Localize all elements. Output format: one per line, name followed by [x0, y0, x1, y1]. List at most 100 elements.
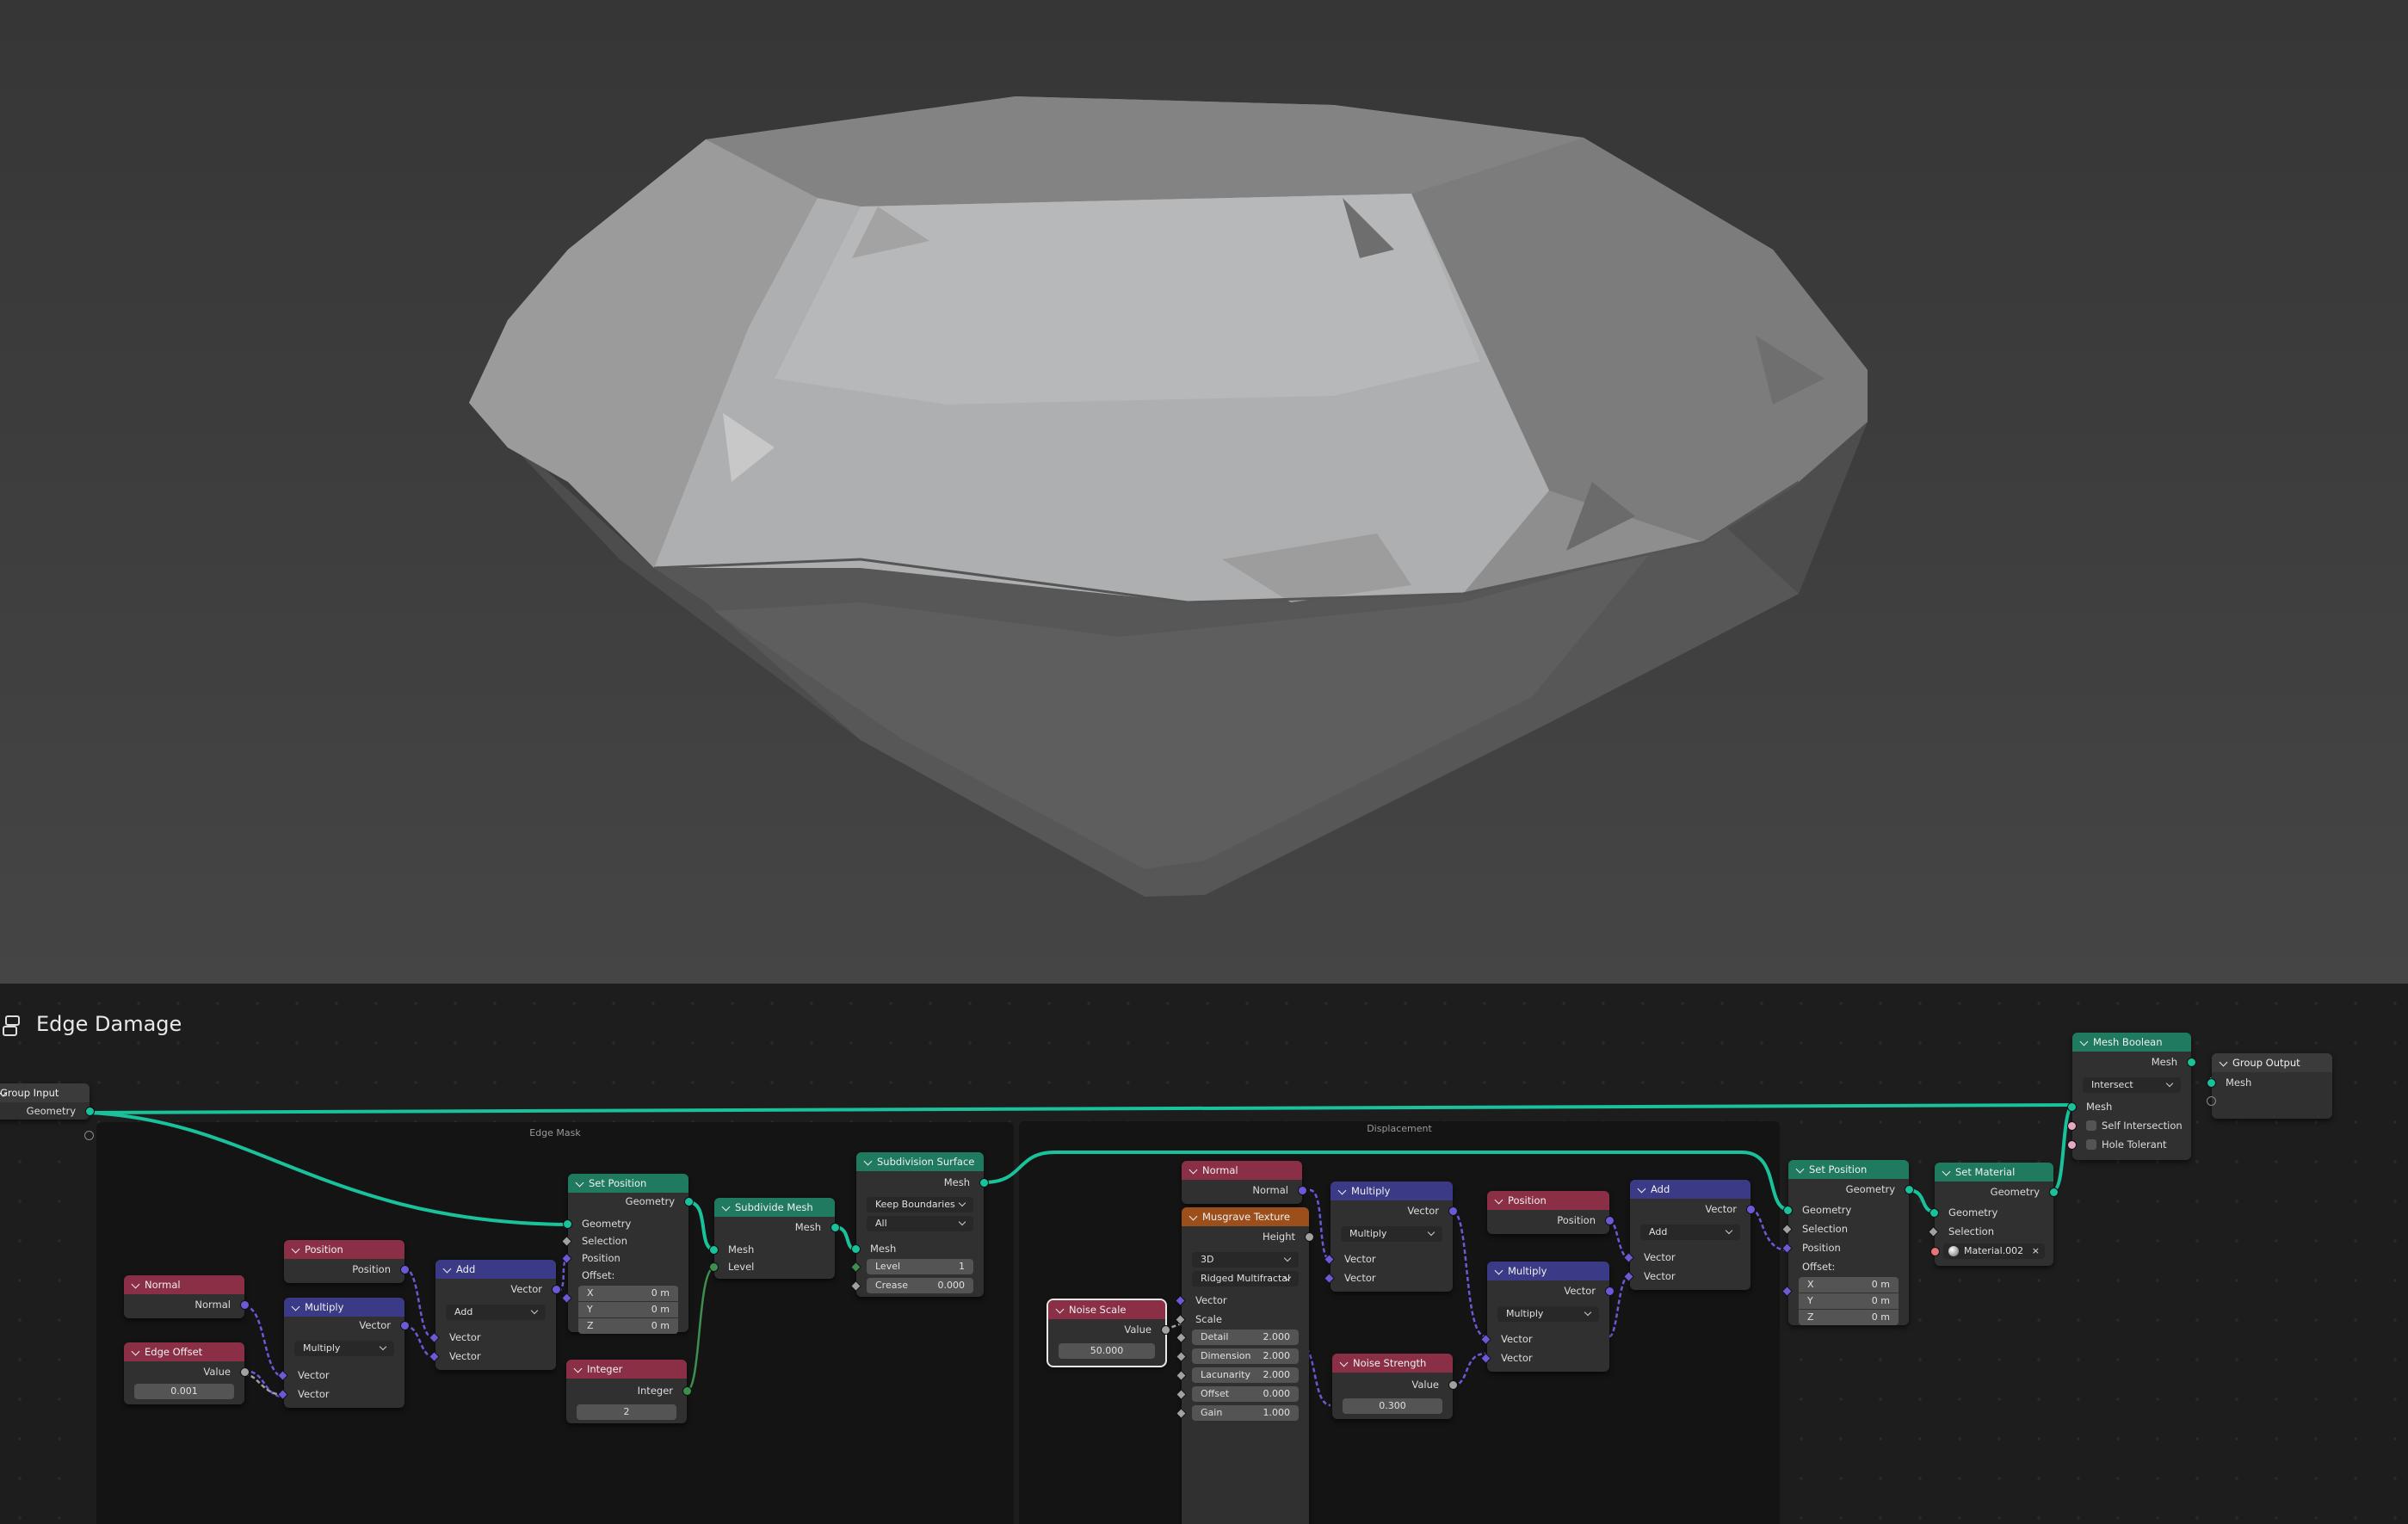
node-header[interactable]: Normal [124, 1275, 244, 1294]
socket-mesh[interactable] [851, 1244, 861, 1254]
node-header[interactable]: Noise Strength [1332, 1354, 1453, 1373]
socket-geometry[interactable] [684, 1197, 694, 1206]
node-header[interactable]: Subdivide Mesh [714, 1198, 835, 1217]
socket-empty[interactable] [84, 1131, 94, 1140]
socket-height[interactable] [1305, 1232, 1314, 1242]
socket-position[interactable] [400, 1265, 410, 1274]
node-header[interactable]: Group Output [2212, 1053, 2332, 1072]
node-group-output[interactable]: Group Output Mesh [2207, 1053, 2332, 1119]
socket-value[interactable] [1448, 1380, 1458, 1390]
close-icon[interactable]: × [2032, 1243, 2040, 1259]
node-header[interactable]: Mesh Boolean [2072, 1033, 2191, 1052]
offset-field[interactable]: Offset 0.000 [1192, 1386, 1299, 1402]
node-header[interactable]: Musgrave Texture [1182, 1207, 1309, 1226]
noise-strength-field[interactable]: 0.300 [1343, 1398, 1442, 1414]
node-subdivision-surface[interactable]: Subdivision Surface Mesh Keep Boundaries… [850, 1152, 989, 1297]
node-header[interactable]: Set Position [568, 1174, 688, 1193]
node-musgrave-texture[interactable]: Musgrave Texture Height 3D Ridged Multif… [1175, 1207, 1314, 1524]
operation-dropdown[interactable]: Add [446, 1305, 546, 1320]
node-set-position[interactable]: Set Position Geometry Geometry Selection… [1781, 1160, 1914, 1325]
node-header[interactable]: Group Input [0, 1083, 90, 1102]
socket-mesh[interactable] [2067, 1102, 2077, 1112]
integer-field[interactable]: 2 [577, 1404, 676, 1420]
socket-level[interactable] [709, 1262, 719, 1272]
offset-z-field[interactable]: Z 0 m [578, 1318, 678, 1334]
node-editor[interactable]: Edge Damage Edge Mask Displacement Group… [0, 984, 2408, 1524]
offset-y-field[interactable]: Y 0 m [1799, 1293, 1899, 1309]
hole-tolerant-checkbox[interactable] [2086, 1139, 2096, 1150]
node-add[interactable]: Add Vector Add Vector Vector [429, 1260, 561, 1370]
node-header[interactable]: Edge Offset [124, 1342, 244, 1361]
socket-geometry[interactable] [563, 1219, 572, 1229]
node-noise-strength[interactable]: Noise Strength Value 0.300 [1332, 1354, 1458, 1419]
socket-geometry[interactable] [1905, 1185, 1914, 1194]
socket-mesh[interactable] [2207, 1078, 2216, 1088]
socket-geometry[interactable] [2049, 1188, 2059, 1197]
socket-mesh[interactable] [979, 1178, 989, 1188]
node-position[interactable]: Position Position [284, 1240, 410, 1283]
node-header[interactable]: Integer [566, 1360, 687, 1379]
boundaries-dropdown[interactable]: Keep Boundaries [867, 1197, 973, 1212]
node-header[interactable]: Set Position [1788, 1160, 1909, 1179]
node-set-material[interactable]: Set Material Geometry Geometry Selection… [1928, 1163, 2059, 1266]
node-header[interactable]: Subdivision Surface [856, 1152, 984, 1171]
detail-field[interactable]: Detail 2.000 [1192, 1330, 1299, 1345]
socket-bool[interactable] [2067, 1140, 2077, 1150]
self-intersection-checkbox[interactable] [2086, 1120, 2096, 1131]
node-header[interactable]: Multiply [1487, 1262, 1609, 1280]
offset-z-field[interactable]: Z 0 m [1799, 1310, 1899, 1325]
socket-integer[interactable] [682, 1386, 692, 1396]
socket-material[interactable] [1930, 1247, 1940, 1256]
socket-mesh[interactable] [830, 1223, 840, 1232]
socket-normal[interactable] [1298, 1186, 1307, 1195]
node-add[interactable]: Add Vector Add Vector Vector [1623, 1180, 1756, 1290]
3d-viewport[interactable] [0, 0, 2408, 984]
node-header[interactable]: Position [284, 1240, 404, 1259]
edge-offset-field[interactable]: 0.001 [134, 1384, 234, 1399]
socket-position[interactable] [1605, 1216, 1615, 1225]
node-group-input[interactable]: Group Input Geometry [0, 1083, 95, 1120]
socket-value[interactable] [1161, 1325, 1170, 1335]
node-header[interactable]: Multiply [1331, 1182, 1453, 1200]
operation-dropdown[interactable]: Multiply [1497, 1306, 1599, 1322]
node-header[interactable]: Add [435, 1260, 556, 1279]
level-field[interactable]: Level 1 [867, 1259, 973, 1274]
node-noise-scale[interactable]: Noise Scale Value 50.000 [1047, 1299, 1170, 1367]
socket-value[interactable] [240, 1367, 250, 1377]
node-position[interactable]: Position Position [1487, 1191, 1615, 1234]
socket-mesh[interactable] [2187, 1058, 2196, 1067]
material-selector[interactable]: Material.002 × [1943, 1243, 2045, 1259]
node-multiply[interactable]: Multiply Vector Multiply Vector Vector [277, 1298, 410, 1408]
operation-dropdown[interactable]: Add [1640, 1225, 1740, 1240]
boolean-operation-dropdown[interactable]: Intersect [2083, 1077, 2181, 1093]
node-mesh-boolean[interactable]: Mesh Boolean Mesh Intersect Mesh Self In… [2067, 1033, 2196, 1160]
musgrave-type-dropdown[interactable]: Ridged Multifractal [1192, 1271, 1299, 1286]
socket-vector[interactable] [400, 1321, 410, 1330]
dimensions-dropdown[interactable]: 3D [1192, 1252, 1299, 1268]
socket-vector[interactable] [1605, 1286, 1615, 1296]
socket-vector[interactable] [1448, 1206, 1458, 1216]
node-header[interactable]: Normal [1182, 1161, 1302, 1180]
socket-vector[interactable] [1746, 1205, 1756, 1214]
socket-bool[interactable] [2067, 1121, 2077, 1131]
node-multiply[interactable]: Multiply Vector Multiply Vector Vector [1324, 1182, 1458, 1292]
crease-field[interactable]: Crease 0.000 [867, 1278, 973, 1293]
node-header[interactable]: Add [1630, 1180, 1750, 1199]
operation-dropdown[interactable]: Multiply [294, 1341, 394, 1356]
node-normal[interactable]: Normal Normal [124, 1275, 250, 1318]
operation-dropdown[interactable]: Multiply [1341, 1226, 1442, 1242]
socket-normal[interactable] [240, 1300, 250, 1310]
dimension-field[interactable]: Dimension 2.000 [1192, 1348, 1299, 1364]
socket-mesh[interactable] [709, 1245, 719, 1255]
node-subdivide-mesh[interactable]: Subdivide Mesh Mesh Mesh Level [709, 1198, 840, 1279]
socket-geometry[interactable] [1783, 1206, 1793, 1215]
offset-x-field[interactable]: X 0 m [1799, 1277, 1899, 1293]
node-header[interactable]: Set Material [1935, 1163, 2053, 1182]
socket-geometry[interactable] [1929, 1208, 1939, 1218]
offset-y-field[interactable]: Y 0 m [578, 1302, 678, 1317]
node-header[interactable]: Noise Scale [1048, 1300, 1165, 1319]
node-integer[interactable]: Integer Integer 2 [566, 1360, 692, 1423]
socket-geometry[interactable] [85, 1107, 95, 1116]
noise-scale-field[interactable]: 50.000 [1059, 1343, 1155, 1359]
node-edge-offset[interactable]: Edge Offset Value 0.001 [124, 1342, 250, 1404]
